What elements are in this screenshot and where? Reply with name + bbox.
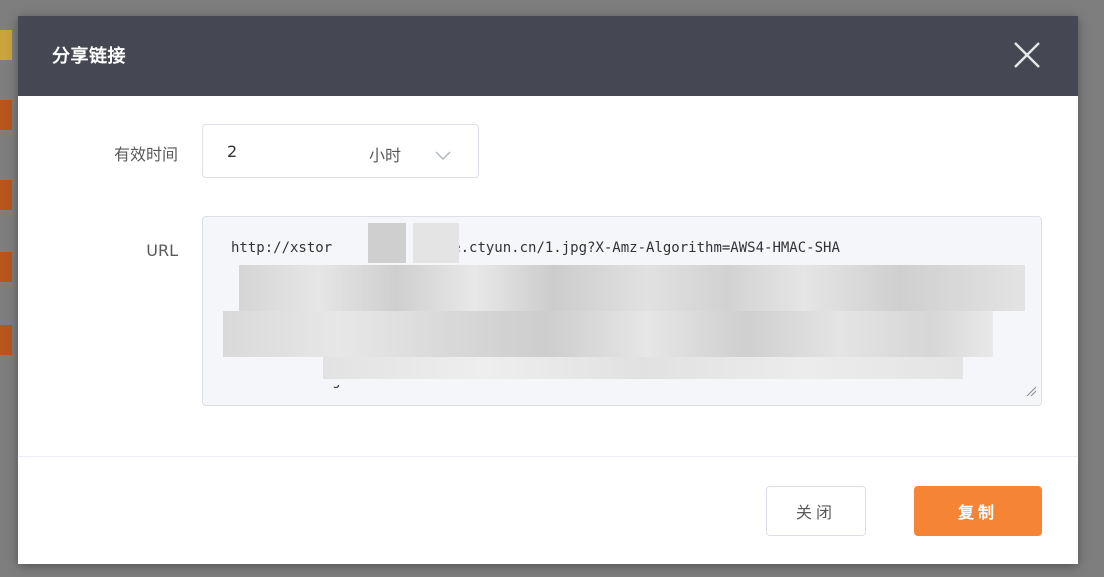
unit-select-value: 小时: [369, 146, 402, 165]
close-button[interactable]: 关闭: [766, 486, 866, 536]
background-marker: [0, 325, 12, 355]
redacted-block: [223, 311, 993, 357]
url-text-line1: http://xstor e.ctyun.cn/1.jpg?X-Amz-Algor…: [231, 237, 1031, 259]
url-label: URL: [146, 241, 178, 260]
footer-divider: [18, 456, 1078, 457]
redacted-block: [239, 265, 1025, 311]
url-suffix: e.ctyun.cn/1.jpg?X-Amz-Algorithm=AWS4-HM…: [452, 240, 840, 256]
background-marker: [0, 100, 12, 130]
dialog-header: 分享链接: [18, 16, 1078, 96]
redacted-block: [413, 223, 459, 263]
validity-label: 有效时间: [113, 145, 178, 164]
copy-button[interactable]: 复制: [914, 486, 1042, 536]
redacted-block: [323, 357, 963, 379]
share-link-dialog: 分享链接 有效时间 小时 URL http://xstor e.ctyun.cn/…: [18, 16, 1078, 564]
url-textarea[interactable]: http://xstor e.ctyun.cn/1.jpg?X-Amz-Algor…: [202, 216, 1042, 406]
dialog-title: 分享链接: [52, 46, 126, 67]
unit-select[interactable]: 小时: [339, 124, 479, 178]
validity-hours-input[interactable]: [202, 124, 340, 178]
background-marker: [0, 180, 12, 210]
resize-handle-icon[interactable]: [1025, 382, 1037, 401]
redacted-block: [368, 223, 406, 263]
background-marker: [0, 30, 12, 60]
chevron-down-icon: [435, 146, 451, 165]
url-prefix: http://xstor: [231, 240, 333, 256]
background-marker: [0, 252, 12, 282]
close-icon[interactable]: [1010, 38, 1044, 72]
